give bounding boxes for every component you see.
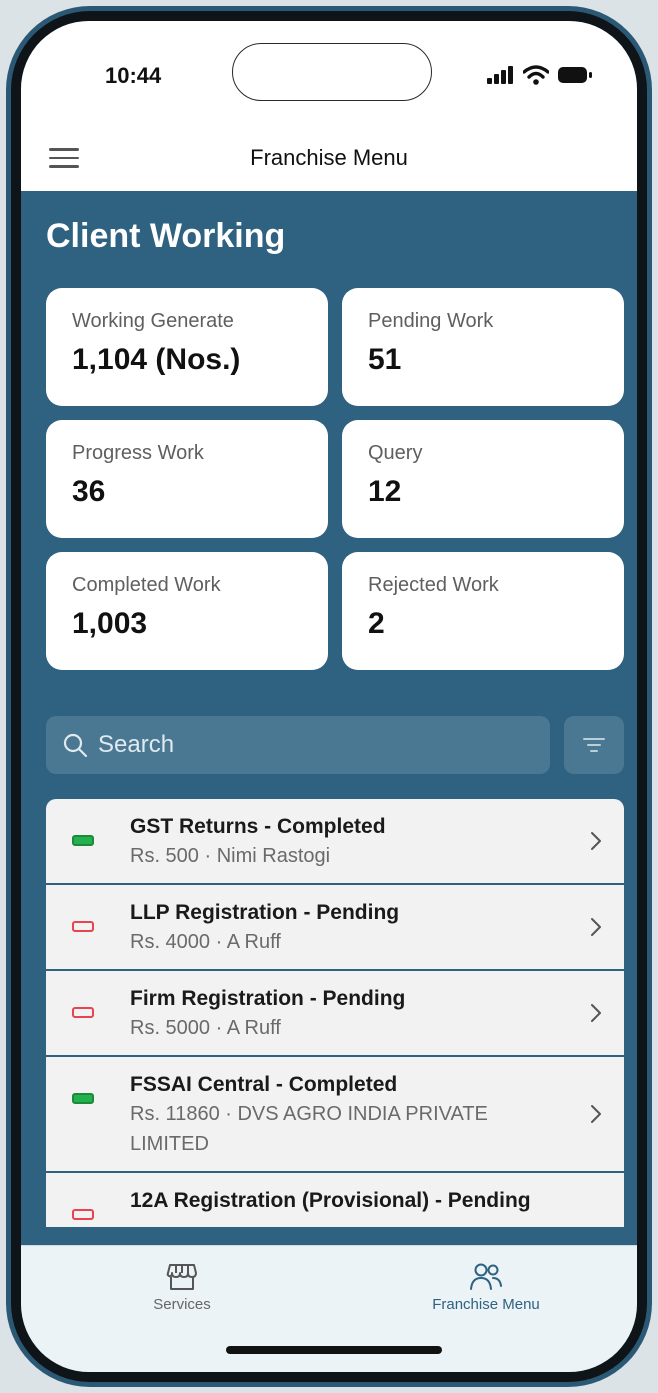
list-item[interactable]: GST Returns - Completed Rs. 500 · Nimi R… xyxy=(46,799,624,885)
status-indicator-completed-icon xyxy=(72,835,94,846)
item-title: GST Returns - Completed xyxy=(130,815,386,838)
filter-button[interactable] xyxy=(564,716,624,774)
signal-icon xyxy=(487,66,513,84)
chevron-right-icon xyxy=(591,918,601,936)
stat-value: 51 xyxy=(368,343,402,376)
app-screen: 10:44 Franchise Menu Client Working Work… xyxy=(21,21,637,1372)
status-indicator-pending-icon xyxy=(72,921,94,932)
stat-label: Pending Work xyxy=(368,310,494,332)
stat-card-progress-work[interactable]: Progress Work 36 xyxy=(46,420,328,538)
item-title: Firm Registration - Pending xyxy=(130,987,406,1010)
users-icon xyxy=(470,1263,502,1290)
item-title: FSSAI Central - Completed xyxy=(130,1073,398,1096)
stat-card-rejected-work[interactable]: Rejected Work 2 xyxy=(342,552,624,670)
section-title: Client Working xyxy=(46,217,286,255)
dynamic-island xyxy=(232,43,432,101)
search-placeholder: Search xyxy=(98,731,175,758)
tab-label: Services xyxy=(153,1296,211,1313)
tab-franchise-menu[interactable]: Franchise Menu xyxy=(386,1262,586,1313)
status-bar: 10:44 xyxy=(21,21,637,125)
stat-label: Rejected Work xyxy=(368,574,499,596)
page-title: Franchise Menu xyxy=(250,145,408,170)
item-subtitle: Rs. 4000 · A Ruff xyxy=(130,931,281,953)
status-time: 10:44 xyxy=(105,63,162,88)
list-item[interactable]: 12A Registration (Provisional) - Pending xyxy=(46,1173,624,1229)
filter-icon xyxy=(583,738,605,752)
stat-label: Working Generate xyxy=(72,310,234,332)
stat-value: 36 xyxy=(72,475,106,508)
status-indicator-pending-icon xyxy=(72,1209,94,1220)
wifi-icon xyxy=(523,65,549,85)
stat-label: Query xyxy=(368,442,423,464)
stats-grid: Working Generate 1,104 (Nos.) Pending Wo… xyxy=(46,288,624,670)
stat-card-working-generate[interactable]: Working Generate 1,104 (Nos.) xyxy=(46,288,328,406)
item-title: 12A Registration (Provisional) - Pending xyxy=(130,1189,531,1212)
stat-label: Completed Work xyxy=(72,574,221,596)
chevron-right-icon xyxy=(591,832,601,850)
stat-card-query[interactable]: Query 12 xyxy=(342,420,624,538)
stat-value: 1,003 xyxy=(72,607,148,640)
search-input[interactable]: Search xyxy=(46,716,550,774)
item-subtitle: Rs. 5000 · A Ruff xyxy=(130,1017,281,1039)
item-subtitle: Rs. 11860 · DVS AGRO INDIA PRIVATE LIMIT… xyxy=(130,1103,488,1155)
storefront-icon xyxy=(166,1264,197,1290)
chevron-right-icon xyxy=(591,1004,601,1022)
tab-services[interactable]: Services xyxy=(82,1262,282,1313)
stat-card-pending-work[interactable]: Pending Work 51 xyxy=(342,288,624,406)
stat-value: 2 xyxy=(368,607,385,640)
list-item[interactable]: LLP Registration - Pending Rs. 4000 · A … xyxy=(46,885,624,971)
list-item[interactable]: Firm Registration - Pending Rs. 5000 · A… xyxy=(46,971,624,1057)
chevron-right-icon xyxy=(591,1105,601,1123)
item-subtitle: Rs. 500 · Nimi Rastogi xyxy=(130,845,331,867)
bottom-tab-bar: Services Franchise Menu xyxy=(21,1245,637,1372)
phone-frame: 10:44 Franchise Menu Client Working Work… xyxy=(6,6,652,1387)
status-indicator-completed-icon xyxy=(72,1093,94,1104)
work-list: GST Returns - Completed Rs. 500 · Nimi R… xyxy=(46,799,624,1229)
stat-value: 12 xyxy=(368,475,402,508)
stat-value: 1,104 (Nos.) xyxy=(72,343,241,376)
stat-card-completed-work[interactable]: Completed Work 1,003 xyxy=(46,552,328,670)
list-item[interactable]: FSSAI Central - Completed Rs. 11860 · DV… xyxy=(46,1057,624,1173)
search-icon xyxy=(63,733,88,758)
phone-bezel: 10:44 Franchise Menu Client Working Work… xyxy=(11,11,647,1382)
tab-label: Franchise Menu xyxy=(432,1296,540,1313)
home-indicator[interactable] xyxy=(226,1346,442,1354)
status-indicator-pending-icon xyxy=(72,1007,94,1018)
app-header: Franchise Menu xyxy=(21,125,637,191)
status-icons xyxy=(487,65,593,85)
stat-label: Progress Work xyxy=(72,442,204,464)
item-title: LLP Registration - Pending xyxy=(130,901,400,924)
battery-icon xyxy=(558,67,592,83)
